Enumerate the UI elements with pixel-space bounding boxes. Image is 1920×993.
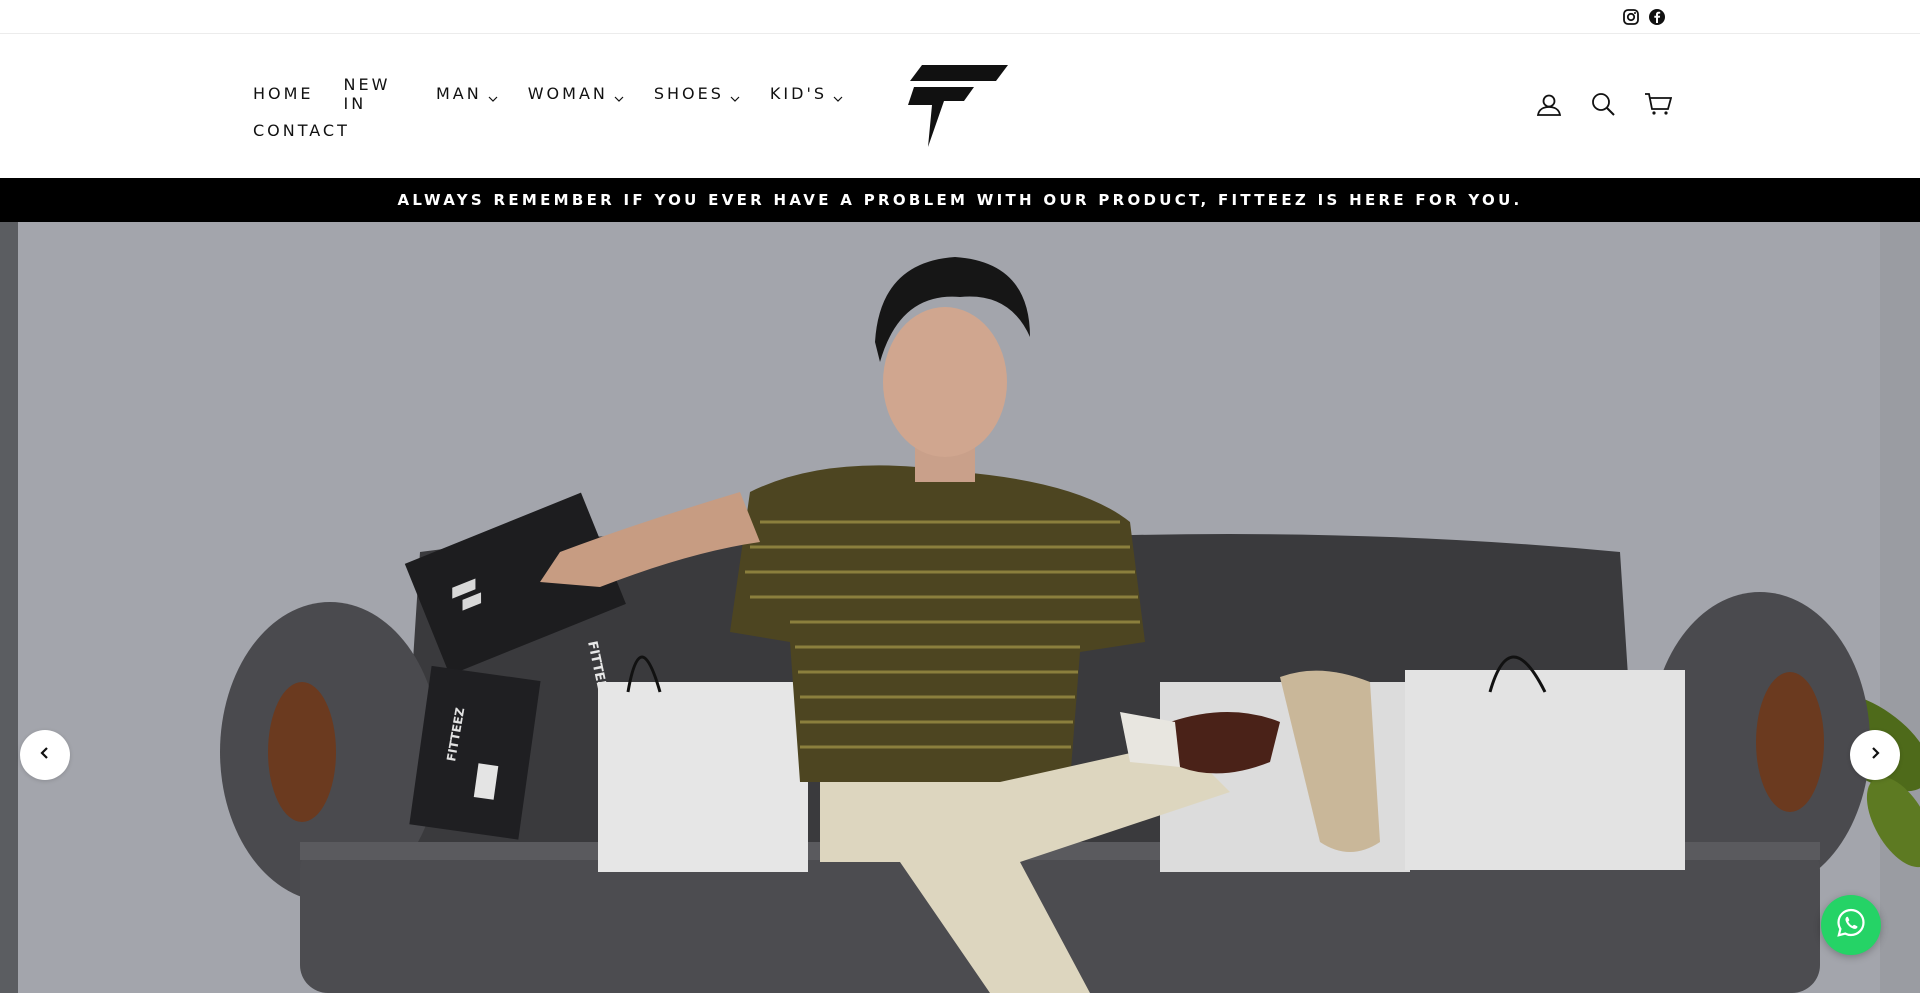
nav-item-label: HOME <box>253 84 314 103</box>
hero-slideshow: FITTEEZ FITTEEZ <box>0 222 1920 993</box>
account-icon[interactable] <box>1536 91 1562 117</box>
nav-row-2: CONTACT <box>253 112 873 149</box>
nav-item-contact[interactable]: CONTACT <box>253 121 350 140</box>
utility-bar <box>0 0 1920 34</box>
chevron-left-icon <box>38 746 52 765</box>
nav-row-1: HOME NEW IN MAN WOMAN SHOES KID'S <box>253 75 873 113</box>
nav-item-label: WOMAN <box>527 84 608 103</box>
hero-image: FITTEEZ FITTEEZ <box>0 222 1920 993</box>
nav-item-label: MAN <box>436 84 482 103</box>
facebook-icon[interactable] <box>1648 8 1666 26</box>
nav-item-label: CONTACT <box>253 121 350 140</box>
announcement-text: ALWAYS REMEMBER IF YOU EVER HAVE A PROBL… <box>397 191 1523 209</box>
chevron-down-icon <box>833 89 843 102</box>
nav-item-label: KID'S <box>769 84 827 103</box>
instagram-icon[interactable] <box>1622 8 1640 26</box>
search-icon[interactable] <box>1590 91 1616 117</box>
whatsapp-chat-button[interactable] <box>1821 895 1881 955</box>
brand-logo[interactable] <box>908 65 1008 149</box>
announcement-bar: ALWAYS REMEMBER IF YOU EVER HAVE A PROBL… <box>0 178 1920 222</box>
chevron-down-icon <box>730 89 740 102</box>
chevron-right-icon <box>1868 746 1882 765</box>
social-links <box>1622 8 1666 26</box>
slide-prev-button[interactable] <box>20 730 70 780</box>
nav-item-label: SHOES <box>653 84 724 103</box>
whatsapp-icon <box>1835 907 1867 944</box>
chevron-down-icon <box>488 89 498 102</box>
nav-item-label: NEW IN <box>343 74 391 113</box>
nav-item-home[interactable]: HOME <box>253 84 314 103</box>
nav-item-man[interactable]: MAN <box>436 84 498 103</box>
cart-icon[interactable] <box>1644 91 1673 117</box>
nav-item-shoes[interactable]: SHOES <box>654 84 740 103</box>
nav-item-kids[interactable]: KID'S <box>770 84 843 103</box>
slide-next-button[interactable] <box>1850 730 1900 780</box>
header-actions <box>1536 91 1673 117</box>
chevron-down-icon <box>614 89 624 102</box>
nav-item-woman[interactable]: WOMAN <box>528 84 624 103</box>
nav-item-new-in[interactable]: NEW IN <box>344 75 406 113</box>
site-header: HOME NEW IN MAN WOMAN SHOES KID'S CONTAC… <box>0 35 1920 178</box>
main-nav: HOME NEW IN MAN WOMAN SHOES KID'S CONTAC… <box>253 75 873 149</box>
